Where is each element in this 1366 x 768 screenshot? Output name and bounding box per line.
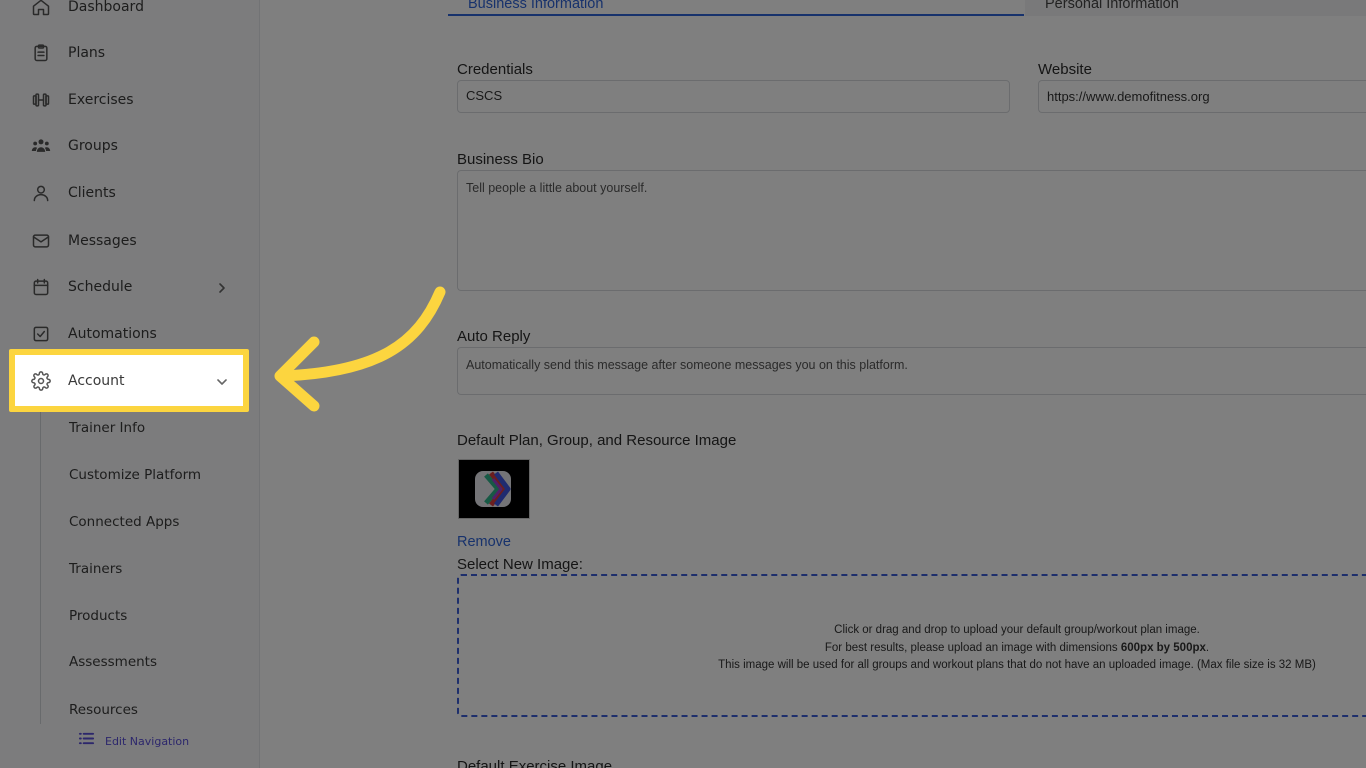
- auto-reply-label: Auto Reply: [457, 328, 531, 345]
- sidebar-item-schedule[interactable]: Schedule: [14, 264, 244, 310]
- dropzone-instructions: Click or drag and drop to upload your de…: [472, 622, 1366, 675]
- dumbbell-icon: [30, 89, 52, 111]
- users-icon: [30, 135, 52, 157]
- dropzone-line-2-suffix: .: [1205, 641, 1210, 654]
- sidebar-subitem-trainer-info[interactable]: Trainer Info: [60, 411, 240, 445]
- sidebar-subitem-connected-apps[interactable]: Connected Apps: [60, 505, 240, 539]
- default-image-thumbnail: [458, 459, 530, 519]
- remove-image-link[interactable]: Remove: [457, 534, 511, 550]
- sidebar-item-dashboard[interactable]: Dashboard: [14, 0, 244, 30]
- sidebar-item-account[interactable]: Account: [14, 358, 244, 404]
- sidebar-item-label: Exercises: [68, 92, 134, 108]
- business-bio-textarea[interactable]: Tell people a little about yourself.: [457, 170, 1366, 291]
- sidebar-item-label: Automations: [68, 326, 157, 342]
- chevron-right-icon: [216, 281, 228, 293]
- mail-icon: [30, 230, 52, 252]
- sidebar-item-label: Dashboard: [68, 0, 144, 15]
- list-icon: [78, 730, 95, 752]
- credentials-input[interactable]: CSCS: [457, 80, 1010, 113]
- edit-navigation-label: Edit Navigation: [105, 734, 190, 748]
- sidebar-item-groups[interactable]: Groups: [14, 123, 244, 169]
- sidebar-item-label: Account: [68, 373, 125, 389]
- subnav-divider: [40, 408, 41, 724]
- sidebar-item-label: Groups: [68, 138, 118, 154]
- sidebar-subitem-customize-platform[interactable]: Customize Platform: [60, 458, 240, 492]
- dropzone-line-1: Click or drag and drop to upload your de…: [834, 624, 1200, 636]
- gear-icon: [30, 370, 52, 392]
- dropzone-line-2-prefix: For best results, please upload an image…: [824, 641, 1121, 654]
- business-bio-label: Business Bio: [457, 151, 544, 168]
- home-icon: [30, 0, 52, 18]
- clipboard-icon: [30, 42, 52, 64]
- dropzone-line-3: This image will be used for all groups a…: [718, 659, 1316, 671]
- tab-personal-information[interactable]: Personal Information: [1025, 0, 1366, 16]
- edit-navigation-link[interactable]: Edit Navigation: [78, 730, 189, 752]
- pointer-arrow-icon: [274, 286, 446, 412]
- dropzone-dimensions: 600px by 500px: [1120, 641, 1206, 654]
- sidebar-subitem-resources[interactable]: Resources: [60, 693, 240, 727]
- calendar-icon: [30, 276, 52, 298]
- tab-business-information[interactable]: Business Information: [448, 0, 1024, 16]
- sidebar-subitem-trainers[interactable]: Trainers: [60, 552, 240, 586]
- default-exercise-image-label: Default Exercise Image: [457, 758, 613, 768]
- sidebar-item-label: Plans: [68, 45, 106, 61]
- default-image-label: Default Plan, Group, and Resource Image: [457, 432, 737, 449]
- business-bio-placeholder: Tell people a little about yourself.: [466, 181, 648, 195]
- auto-reply-textarea[interactable]: Automatically send this message after so…: [457, 347, 1366, 395]
- website-input[interactable]: https://www.demofitness.org: [1038, 80, 1366, 113]
- sidebar-item-label: Messages: [68, 233, 137, 249]
- sidebar-item-messages[interactable]: Messages: [14, 218, 244, 264]
- sidebar-subitem-products[interactable]: Products: [60, 599, 240, 633]
- checkbox-icon: [30, 323, 52, 345]
- sidebar-item-plans[interactable]: Plans: [14, 30, 244, 76]
- brand-logo-icon: [475, 471, 511, 507]
- select-new-image-label: Select New Image:: [457, 556, 583, 573]
- sidebar-item-label: Schedule: [68, 279, 133, 295]
- sidebar-item-exercises[interactable]: Exercises: [14, 77, 244, 123]
- user-icon: [30, 182, 52, 204]
- website-label: Website: [1038, 61, 1092, 78]
- sidebar-item-label: Clients: [68, 185, 116, 201]
- auto-reply-placeholder: Automatically send this message after so…: [466, 358, 908, 372]
- tab-bar: Business Information Personal Informatio…: [448, 0, 1366, 16]
- sidebar-item-clients[interactable]: Clients: [14, 170, 244, 216]
- dropzone-line-2: For best results, please upload an image…: [472, 640, 1366, 658]
- chevron-down-icon: [216, 375, 228, 387]
- sidebar-subitem-assessments[interactable]: Assessments: [60, 645, 240, 679]
- credentials-label: Credentials: [457, 61, 533, 78]
